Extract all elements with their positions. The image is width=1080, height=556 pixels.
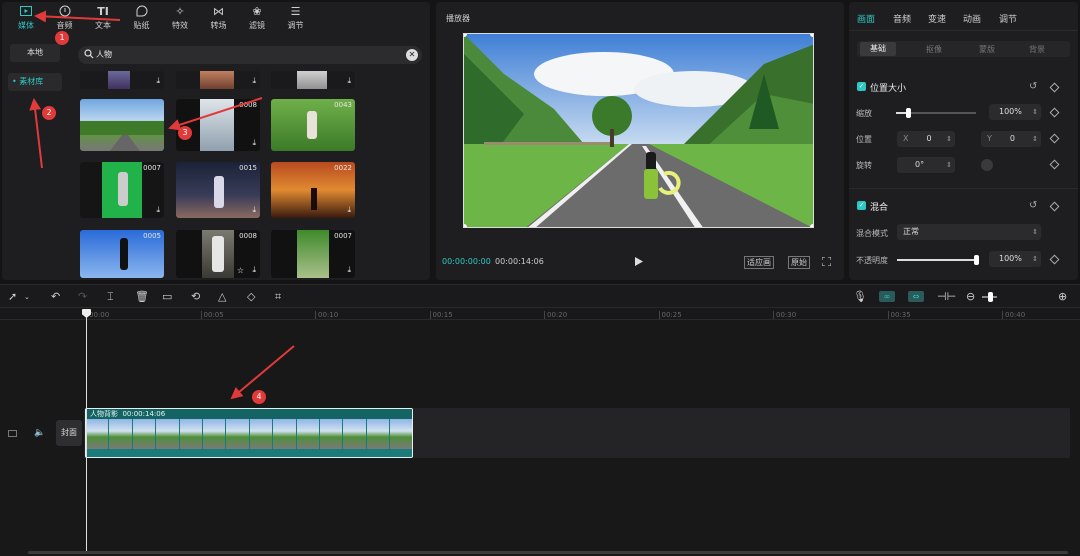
annotation-arrows <box>29 10 295 400</box>
annotation-badge: 4 <box>252 390 266 404</box>
annotation-badge: 2 <box>42 106 56 120</box>
annotation-badge: 3 <box>178 126 192 140</box>
annotation-badge: 1 <box>55 31 69 45</box>
